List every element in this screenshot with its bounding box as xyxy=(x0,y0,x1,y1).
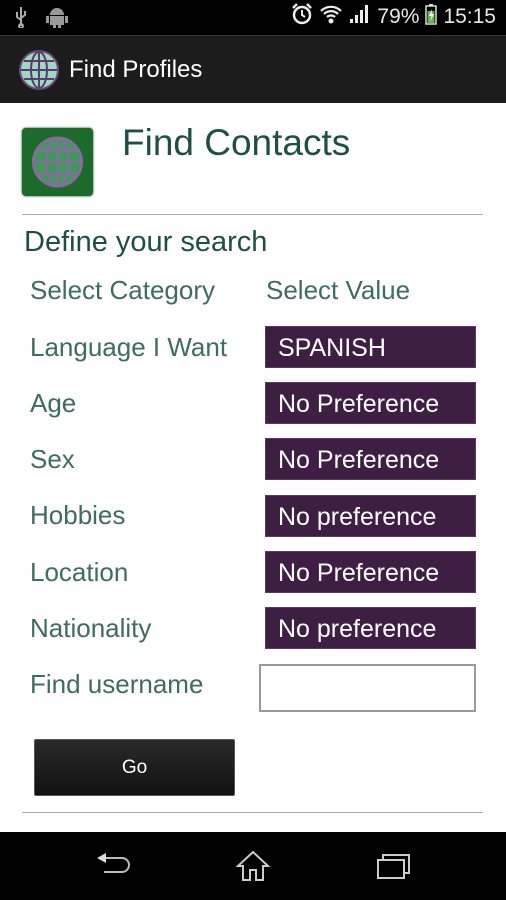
battery-charging-icon xyxy=(425,3,438,31)
label-age: Age xyxy=(30,388,77,418)
android-icon xyxy=(46,6,68,33)
battery-percent: 79% xyxy=(377,5,420,28)
alarm-icon xyxy=(291,3,313,31)
recent-apps-icon[interactable] xyxy=(374,850,414,882)
username-input[interactable] xyxy=(259,664,476,712)
label-language: Language I Want xyxy=(30,332,228,362)
location-select[interactable]: No Preference xyxy=(265,551,476,593)
action-bar: Find Profiles xyxy=(0,35,506,103)
signal-icon xyxy=(349,4,371,30)
divider xyxy=(22,214,483,215)
app-title: Find Profiles xyxy=(69,56,203,83)
column-header-value: Select Value xyxy=(266,275,411,305)
home-icon[interactable] xyxy=(234,850,274,882)
globe-icon xyxy=(22,128,93,196)
nationality-select[interactable]: No preference xyxy=(265,607,476,649)
clock: 15:15 xyxy=(443,5,496,28)
column-header-category: Select Category xyxy=(30,275,215,305)
back-icon[interactable] xyxy=(94,850,134,882)
usb-icon xyxy=(14,6,28,33)
divider xyxy=(22,812,483,813)
label-sex: Sex xyxy=(30,444,75,474)
navigation-bar xyxy=(0,832,506,900)
section-title: Define your search xyxy=(24,226,268,258)
wifi-icon xyxy=(319,3,343,31)
language-select[interactable]: SPANISH xyxy=(265,326,476,368)
sex-select[interactable]: No Preference xyxy=(265,438,476,480)
label-nationality: Nationality xyxy=(30,613,152,643)
globe-icon[interactable] xyxy=(19,50,59,90)
label-hobbies: Hobbies xyxy=(30,500,126,530)
age-select[interactable]: No Preference xyxy=(265,382,476,424)
status-bar: 79% 15:15 xyxy=(0,0,506,35)
hobbies-select[interactable]: No preference xyxy=(265,495,476,537)
page-title: Find Contacts xyxy=(122,122,351,163)
label-location: Location xyxy=(30,557,129,587)
label-username: Find username xyxy=(30,669,204,699)
go-button[interactable]: Go xyxy=(34,739,235,796)
